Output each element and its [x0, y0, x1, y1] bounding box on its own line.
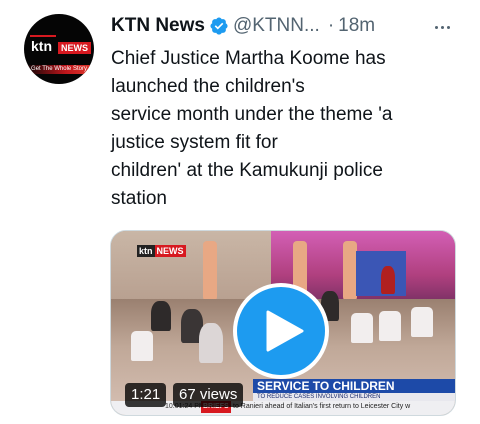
curtain: [203, 241, 217, 301]
tweet[interactable]: ktn NEWS Get The Whole Story KTN News @K…: [0, 0, 480, 424]
author-handle[interactable]: @KTNN...: [233, 15, 320, 37]
chair: [379, 311, 401, 341]
tweet-timestamp[interactable]: 18m: [338, 15, 375, 37]
ticker-text: to Ranieri ahead of Italian's first retu…: [233, 403, 411, 410]
tweet-header: KTN News @KTNN... · 18m: [111, 13, 461, 39]
tweet-text-line: Chief Justice Martha Koome has: [111, 48, 386, 69]
video-player[interactable]: ktn NEWS SERVICE TO CHILDREN TO REDUCE C…: [110, 230, 456, 416]
channel-logo-news: NEWS: [154, 245, 186, 257]
chair: [351, 313, 373, 343]
avatar[interactable]: ktn NEWS Get The Whole Story: [24, 14, 94, 84]
play-icon: [266, 310, 304, 352]
more-horizontal-icon[interactable]: [430, 15, 454, 39]
tweet-text-line: launched the children's: [111, 76, 305, 97]
logo-ktn-text: ktn: [31, 38, 52, 54]
logo-accent-bar: [30, 35, 56, 37]
curtain: [343, 241, 357, 301]
channel-logo-ktn: ktn: [137, 245, 155, 257]
channel-logo: ktn NEWS: [137, 245, 186, 257]
audience-member: [199, 323, 223, 363]
logo-tagline: Get The Whole Story: [24, 65, 94, 74]
audience-member: [151, 301, 171, 331]
tweet-text: Chief Justice Martha Koome has launched …: [111, 45, 441, 213]
news-banner-subtitle: TO REDUCE CASES INVOLVING CHILDREN: [253, 393, 455, 401]
video-duration: 1:21: [125, 383, 167, 407]
chair: [131, 331, 153, 361]
tweet-text-line: station: [111, 188, 167, 209]
audience-member: [381, 266, 395, 294]
logo-news-text: NEWS: [58, 42, 91, 54]
news-banner-title: SERVICE TO CHILDREN: [253, 379, 455, 393]
verified-badge-icon: [210, 17, 228, 35]
tweet-text-line: children' at the Kamukunji police: [111, 160, 383, 181]
author-name[interactable]: KTN News: [111, 15, 205, 37]
chair: [411, 307, 433, 337]
separator-dot: ·: [327, 15, 335, 36]
play-button[interactable]: [233, 283, 329, 379]
video-view-count: 67 views: [173, 383, 244, 407]
tweet-text-line: justice system fit for: [111, 132, 278, 153]
tweet-text-line: service month under the theme 'a: [111, 104, 393, 125]
